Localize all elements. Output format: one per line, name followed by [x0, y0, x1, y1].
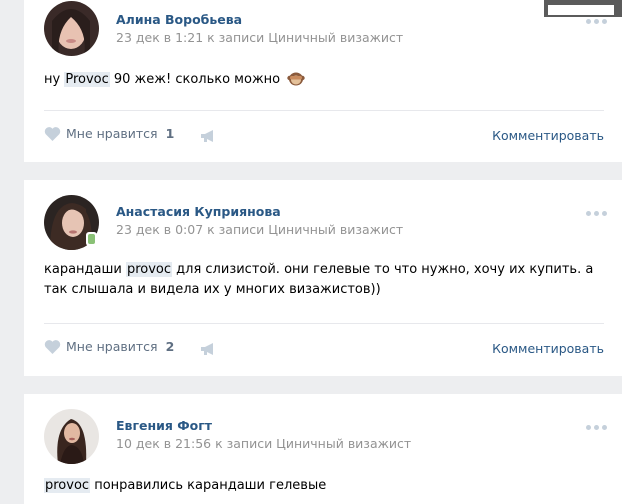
- search-highlight: Provoc: [64, 72, 110, 87]
- search-highlight: provoc: [125, 262, 173, 277]
- share-button[interactable]: [200, 342, 217, 360]
- like-label: Мне нравится: [66, 339, 158, 354]
- comments-feed: Алина Воробьева 23 дек в 1:21 к записи Ц…: [24, 0, 622, 504]
- comment-meta[interactable]: 23 дек в 1:21 к записи Циничный визажист: [116, 30, 403, 45]
- divider: [44, 323, 604, 324]
- comment-card: Евгения Фогт 10 дек в 21:56 к записи Цин…: [24, 394, 622, 504]
- comment-meta[interactable]: 23 дек в 0:07 к записи Циничный визажист: [116, 222, 403, 237]
- like-count: 1: [165, 126, 175, 141]
- reply-button[interactable]: Комментировать: [492, 341, 604, 356]
- share-button[interactable]: [200, 129, 217, 147]
- comment-text: provoc понравились карандаши гелевые: [44, 476, 604, 496]
- comment-text: ну Provoc 90 жеж! сколько можно: [44, 70, 604, 90]
- window-strip: [544, 0, 622, 17]
- megaphone-icon: [201, 130, 213, 142]
- comment-author[interactable]: Алина Воробьева: [116, 12, 242, 27]
- window-strip-inner: [548, 5, 614, 15]
- more-options-icon[interactable]: [586, 209, 608, 217]
- avatar[interactable]: [44, 1, 99, 56]
- comment-author[interactable]: Евгения Фогт: [116, 418, 212, 433]
- divider: [44, 110, 604, 111]
- more-options-icon[interactable]: [586, 423, 608, 431]
- comment-text-prefix: карандаши: [44, 262, 126, 277]
- comment-card: Анастасия Куприянова 23 дек в 0:07 к зап…: [24, 180, 622, 376]
- comment-text: карандаши provoc для слизистой. они геле…: [44, 260, 604, 300]
- like-button[interactable]: Мне нравится 2: [44, 339, 174, 354]
- comment-text-suffix: понравились карандаши гелевые: [90, 478, 327, 493]
- avatar[interactable]: [44, 409, 99, 464]
- more-options-icon[interactable]: [586, 17, 608, 25]
- like-count: 2: [165, 339, 175, 354]
- comment-author[interactable]: Анастасия Куприянова: [116, 204, 281, 219]
- comment-actions: Мне нравится 2 Комментировать: [44, 339, 604, 359]
- card-gap: [24, 162, 622, 180]
- like-button[interactable]: Мне нравится 1: [44, 126, 174, 141]
- search-highlight: provoc: [44, 478, 91, 493]
- card-gap: [24, 376, 622, 394]
- comment-meta[interactable]: 10 дек в 21:56 к записи Циничный визажис…: [116, 436, 411, 451]
- heart-icon: [44, 127, 61, 141]
- reply-button[interactable]: Комментировать: [492, 128, 604, 143]
- comment-text-suffix: 90 жеж! сколько можно: [109, 72, 281, 87]
- like-label: Мне нравится: [66, 126, 158, 141]
- see-no-evil-monkey-icon: [287, 72, 305, 86]
- comment-text-prefix: ну: [44, 72, 65, 87]
- heart-icon: [44, 340, 61, 354]
- megaphone-icon: [201, 343, 213, 355]
- mobile-online-icon: [86, 232, 97, 246]
- comment-card: Алина Воробьева 23 дек в 1:21 к записи Ц…: [24, 0, 622, 162]
- comment-actions: Мне нравится 1 Комментировать: [44, 126, 604, 146]
